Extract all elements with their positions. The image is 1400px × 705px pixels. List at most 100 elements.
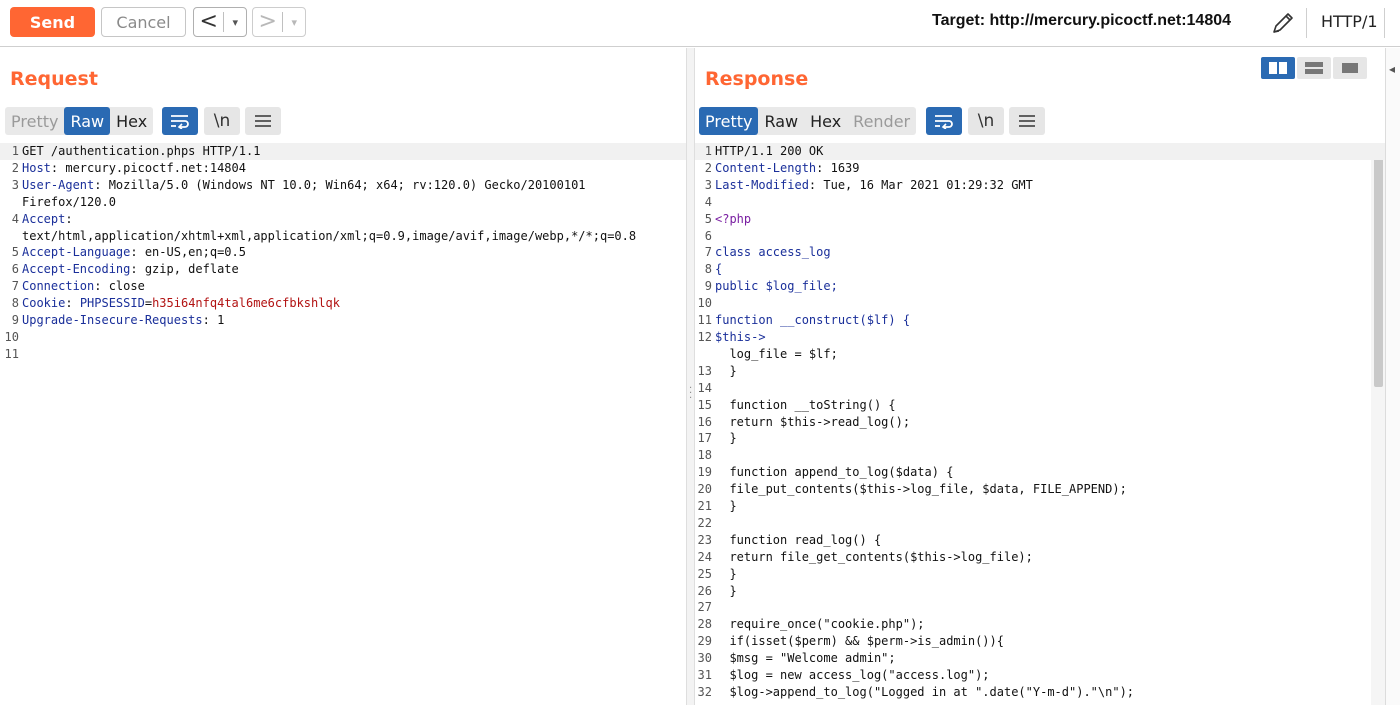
- code-line[interactable]: 10: [695, 295, 1385, 312]
- back-button[interactable]: < ▾: [193, 7, 247, 37]
- code-line[interactable]: 25 }: [695, 566, 1385, 583]
- right-inspector-strip[interactable]: ◂: [1385, 48, 1400, 705]
- code-line[interactable]: 9 public $log_file;: [695, 278, 1385, 295]
- response-menu-button[interactable]: [1009, 107, 1045, 135]
- code-line[interactable]: text/html,application/xhtml+xml,applicat…: [0, 228, 686, 245]
- code-line[interactable]: 8{: [695, 261, 1385, 278]
- code-line[interactable]: 1 HTTP/1.1 200 OK: [695, 143, 1385, 160]
- request-tab-hex[interactable]: Hex: [110, 107, 153, 135]
- code-line[interactable]: 22: [695, 515, 1385, 532]
- line-content[interactable]: HTTP/1.1 200 OK: [715, 143, 1385, 160]
- line-content[interactable]: Connection: close: [22, 278, 686, 295]
- line-content[interactable]: <?php: [715, 211, 1385, 228]
- line-content[interactable]: Accept:: [22, 211, 686, 228]
- send-button[interactable]: Send: [10, 7, 95, 37]
- response-wrap-toggle[interactable]: [926, 107, 962, 135]
- code-line[interactable]: 21 }: [695, 498, 1385, 515]
- pencil-icon[interactable]: [1270, 10, 1296, 36]
- code-line[interactable]: 29 if(isset($perm) && $perm->is_admin())…: [695, 633, 1385, 650]
- response-tab-hex[interactable]: Hex: [804, 107, 847, 135]
- line-content[interactable]: {: [715, 261, 1385, 278]
- line-content[interactable]: Accept-Language: en-US,en;q=0.5: [22, 244, 686, 261]
- http-version-selector[interactable]: HTTP/1: [1321, 12, 1378, 31]
- cancel-button[interactable]: Cancel: [101, 7, 186, 37]
- code-line[interactable]: 31 $log = new access_log("access.log");: [695, 667, 1385, 684]
- line-content[interactable]: Accept-Encoding: gzip, deflate: [22, 261, 686, 278]
- code-line[interactable]: 20 file_put_contents($this->log_file, $d…: [695, 481, 1385, 498]
- line-content[interactable]: User-Agent: Mozilla/5.0 (Windows NT 10.0…: [22, 177, 686, 194]
- code-line[interactable]: 5 Accept-Language: en-US,en;q=0.5: [0, 244, 686, 261]
- code-line[interactable]: 28 require_once("cookie.php");: [695, 616, 1385, 633]
- response-newline-toggle[interactable]: \n: [968, 107, 1004, 135]
- code-line[interactable]: 24 return file_get_contents($this->log_f…: [695, 549, 1385, 566]
- line-content[interactable]: [715, 295, 1385, 312]
- line-content[interactable]: $this->: [715, 329, 1385, 346]
- request-editor[interactable]: 1 GET /authentication.phps HTTP/1.1 2 Host:…: [0, 143, 686, 705]
- line-content[interactable]: function __toString() {: [715, 397, 1385, 414]
- code-line[interactable]: 11: [0, 346, 686, 363]
- line-content[interactable]: [715, 380, 1385, 397]
- code-line[interactable]: 3 User-Agent: Mozilla/5.0 (Windows NT 10.…: [0, 177, 686, 194]
- code-line[interactable]: 1 GET /authentication.phps HTTP/1.1: [0, 143, 686, 160]
- code-line[interactable]: 11 function __construct($lf) {: [695, 312, 1385, 329]
- code-line[interactable]: 23 function read_log() {: [695, 532, 1385, 549]
- response-editor[interactable]: 1 HTTP/1.1 200 OK 2 Content-Length: 1639 3 La…: [695, 143, 1385, 705]
- line-content[interactable]: Host: mercury.picoctf.net:14804: [22, 160, 686, 177]
- line-content[interactable]: [22, 346, 686, 363]
- request-tab-raw[interactable]: Raw: [64, 107, 111, 135]
- code-line[interactable]: Firefox/120.0: [0, 194, 686, 211]
- line-content[interactable]: Upgrade-Insecure-Requests: 1: [22, 312, 686, 329]
- code-line[interactable]: 6: [695, 228, 1385, 245]
- back-arrow-icon[interactable]: <: [194, 8, 223, 36]
- code-line[interactable]: 27: [695, 599, 1385, 616]
- line-content[interactable]: [715, 599, 1385, 616]
- forward-history-dropdown-icon[interactable]: ▾: [283, 16, 305, 29]
- line-content[interactable]: [715, 228, 1385, 245]
- line-content[interactable]: Last-Modified: Tue, 16 Mar 2021 01:29:32…: [715, 177, 1385, 194]
- response-tab-pretty[interactable]: Pretty: [699, 107, 759, 135]
- code-line[interactable]: 18: [695, 447, 1385, 464]
- code-line[interactable]: 16 return $this->read_log();: [695, 414, 1385, 431]
- line-content[interactable]: if(isset($perm) && $perm->is_admin()){: [715, 633, 1385, 650]
- line-content[interactable]: require_once("cookie.php");: [715, 616, 1385, 633]
- line-content[interactable]: function __construct($lf) {: [715, 312, 1385, 329]
- code-line[interactable]: 6 Accept-Encoding: gzip, deflate: [0, 261, 686, 278]
- line-content[interactable]: return $this->read_log();: [715, 414, 1385, 431]
- line-content[interactable]: $msg = "Welcome admin";: [715, 650, 1385, 667]
- line-content[interactable]: [715, 515, 1385, 532]
- line-content[interactable]: Cookie: PHPSESSID=h35i64nfq4tal6me6cfbks…: [22, 295, 686, 312]
- code-line[interactable]: 8 Cookie: PHPSESSID=h35i64nfq4tal6me6cfbk…: [0, 295, 686, 312]
- line-content[interactable]: log_file = $lf;: [715, 346, 1385, 363]
- code-line[interactable]: 2 Content-Length: 1639: [695, 160, 1385, 177]
- line-content[interactable]: }: [715, 566, 1385, 583]
- line-content[interactable]: class access_log: [715, 244, 1385, 261]
- forward-arrow-icon[interactable]: >: [253, 8, 282, 36]
- line-content[interactable]: [22, 329, 686, 346]
- line-content[interactable]: [715, 447, 1385, 464]
- layout-split-vertical-button[interactable]: [1297, 57, 1331, 79]
- code-line[interactable]: 30 $msg = "Welcome admin";: [695, 650, 1385, 667]
- code-line[interactable]: 7 Connection: close: [0, 278, 686, 295]
- forward-button[interactable]: > ▾: [252, 7, 306, 37]
- inspector-collapse-icon[interactable]: ◂: [1389, 62, 1395, 76]
- line-content[interactable]: Content-Length: 1639: [715, 160, 1385, 177]
- request-newline-toggle[interactable]: \n: [204, 107, 240, 135]
- layout-single-pane-button[interactable]: [1333, 57, 1367, 79]
- line-content[interactable]: return file_get_contents($this->log_file…: [715, 549, 1385, 566]
- code-line[interactable]: 13 }: [695, 363, 1385, 380]
- code-line[interactable]: 26 }: [695, 583, 1385, 600]
- line-content[interactable]: GET /authentication.phps HTTP/1.1: [22, 143, 686, 160]
- code-line[interactable]: 32 $log->append_to_log("Logged in at ".d…: [695, 684, 1385, 701]
- response-tab-render[interactable]: Render: [847, 107, 916, 135]
- code-line[interactable]: 12 $this->: [695, 329, 1385, 346]
- code-line[interactable]: 7 class access_log: [695, 244, 1385, 261]
- line-content[interactable]: }: [715, 430, 1385, 447]
- line-content[interactable]: file_put_contents($this->log_file, $data…: [715, 481, 1385, 498]
- line-content[interactable]: }: [715, 583, 1385, 600]
- layout-split-horizontal-button[interactable]: [1261, 57, 1295, 79]
- line-content[interactable]: Firefox/120.0: [22, 194, 686, 211]
- code-line[interactable]: log_file = $lf;: [695, 346, 1385, 363]
- line-content[interactable]: function read_log() {: [715, 532, 1385, 549]
- pane-splitter[interactable]: · · ·: [686, 48, 695, 705]
- code-line[interactable]: 2 Host: mercury.picoctf.net:14804: [0, 160, 686, 177]
